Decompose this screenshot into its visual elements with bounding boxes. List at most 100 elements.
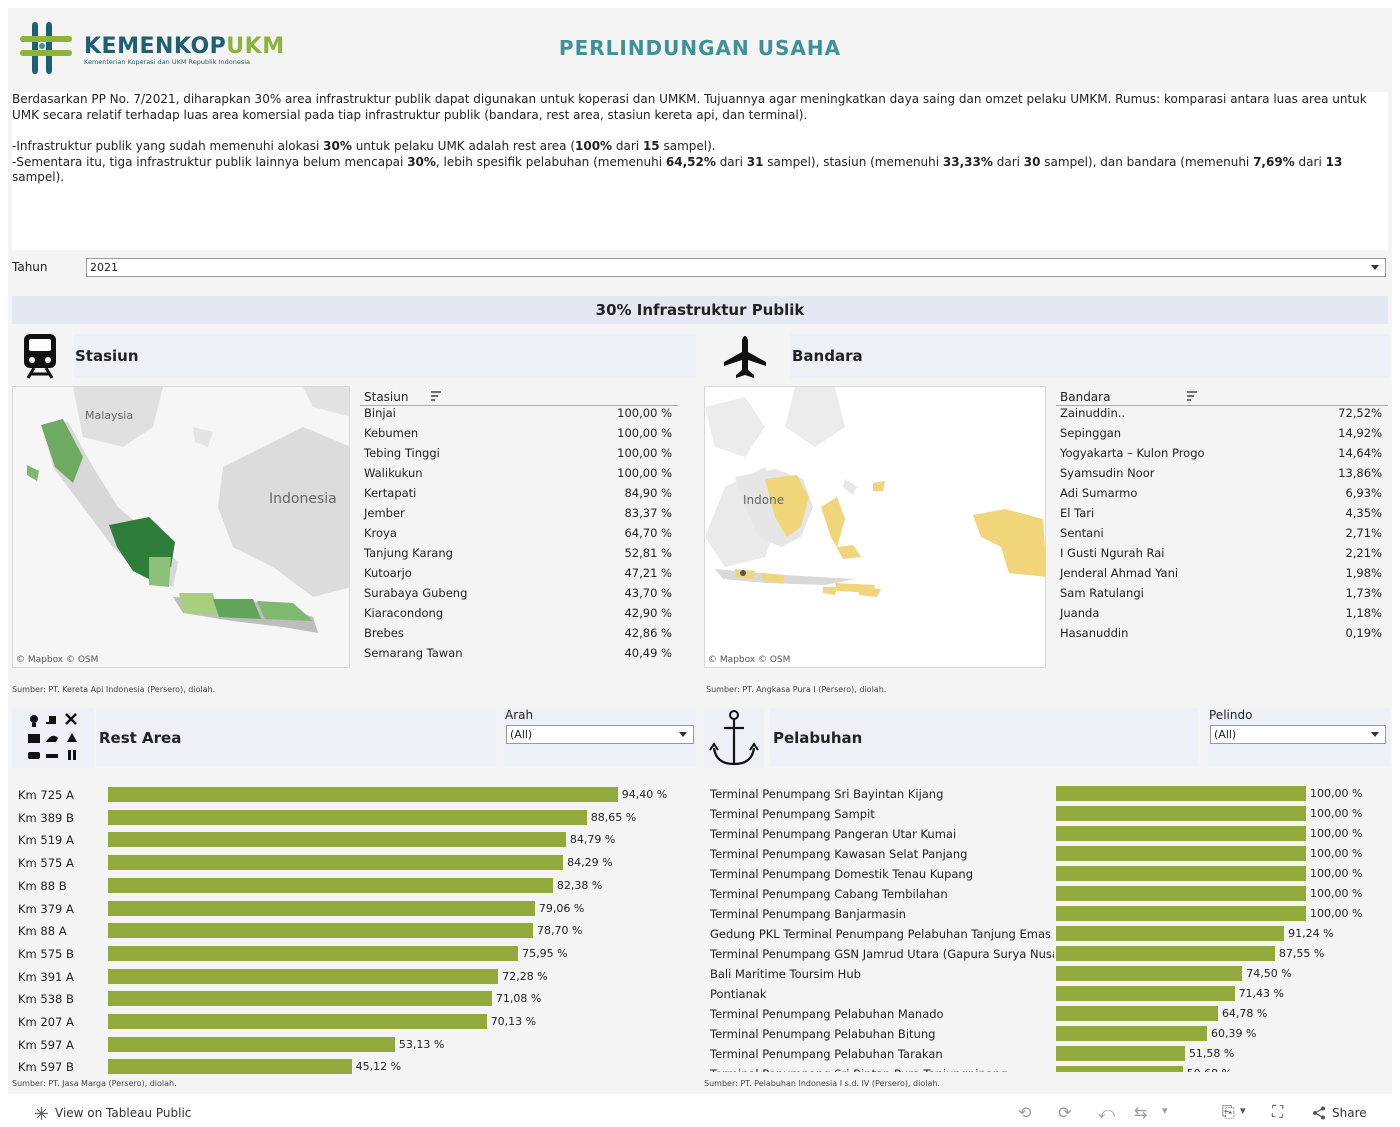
- stasiun-row[interactable]: Kiaracondong 42,90 %: [364, 606, 672, 622]
- pelabuhan-bar[interactable]: [1056, 886, 1306, 901]
- rest-area-bar[interactable]: [108, 1014, 487, 1029]
- download-icon[interactable]: ⎘: [1222, 1102, 1235, 1122]
- rest-area-bar[interactable]: [108, 787, 618, 802]
- stasiun-map-graphic: [13, 387, 349, 667]
- bandara-row[interactable]: Zainuddin.. 72,52%: [1060, 406, 1382, 422]
- stasiun-row[interactable]: Kutoarjo 47,21 %: [364, 566, 672, 582]
- refresh-icon[interactable]: ⇆: [1134, 1103, 1147, 1122]
- bandara-row-value: 2,71%: [1345, 526, 1382, 540]
- bandara-row[interactable]: Hasanuddin 0,19%: [1060, 626, 1382, 642]
- rest-area-bar[interactable]: [108, 809, 587, 825]
- stasiun-map[interactable]: Malaysia Indonesia © Mapbox © OSM: [12, 386, 350, 668]
- pelabuhan-bar[interactable]: [1056, 1026, 1207, 1041]
- stasiun-row-name: Semarang Tawan: [364, 646, 463, 660]
- pelabuhan-bar[interactable]: [1056, 926, 1285, 941]
- year-filter-dropdown[interactable]: 2021: [86, 258, 1386, 277]
- bandara-row[interactable]: Jenderal Ahmad Yani 1,98%: [1060, 566, 1382, 582]
- pelabuhan-bar[interactable]: [1056, 1046, 1185, 1061]
- rest-area-data-label: 82,38 %: [556, 878, 603, 892]
- share-icon[interactable]: [1312, 1106, 1326, 1120]
- bandara-row-name: Juanda: [1060, 606, 1100, 620]
- stasiun-row-value: 100,00 %: [617, 426, 672, 440]
- map-label-malaysia: Malaysia: [85, 409, 134, 422]
- pelabuhan-bar[interactable]: [1056, 786, 1306, 801]
- bandara-column-label: Bandara: [1060, 390, 1111, 404]
- pause-dropdown-icon[interactable]: ▾: [1162, 1104, 1168, 1117]
- bandara-row[interactable]: Yogyakarta – Kulon Progo 14,64%: [1060, 446, 1382, 462]
- bandara-row[interactable]: El Tari 4,35%: [1060, 506, 1382, 522]
- pelabuhan-category-label: Terminal Penumpang Banjarmasin: [710, 907, 906, 921]
- rest-area-bar-chart[interactable]: Km 725 A 94,40 % Km 389 B 88,65 % Km 519 A 84…: [12, 776, 696, 1075]
- rest-area-bar[interactable]: [108, 968, 499, 984]
- bandara-row[interactable]: Sepinggan 14,92%: [1060, 426, 1382, 442]
- stasiun-row-value: 100,00 %: [617, 446, 672, 460]
- rest-area-bar[interactable]: [108, 832, 566, 848]
- bandara-row-name: Adi Sumarmo: [1060, 486, 1138, 500]
- stasiun-row[interactable]: Semarang Tawan 40,49 %: [364, 646, 672, 662]
- stasiun-row[interactable]: Binjai 100,00 %: [364, 406, 672, 422]
- pelabuhan-bar[interactable]: [1056, 806, 1306, 821]
- download-dropdown-icon[interactable]: ▾: [1240, 1104, 1246, 1117]
- bandara-row[interactable]: Adi Sumarmo 6,93%: [1060, 486, 1382, 502]
- pelabuhan-category-label: Terminal Penumpang Pangeran Utar Kumai: [710, 827, 957, 841]
- pelabuhan-bar-chart[interactable]: Terminal Penumpang Sri Bayintan Kijang 10…: [704, 776, 1392, 1072]
- stasiun-row[interactable]: Brebes 42,86 %: [364, 626, 672, 642]
- rest-area-category-label: Km 519 A: [18, 833, 74, 848]
- intro-paragraph-3: -Sementara itu, tiga infrastruktur publi…: [12, 154, 1343, 185]
- stasiun-row[interactable]: Surabaya Gubeng 43,70 %: [364, 586, 672, 602]
- rest-area-bar[interactable]: [108, 923, 533, 939]
- rest-area-data-label: 84,29 %: [567, 856, 613, 870]
- stasiun-row[interactable]: Jember 83,37 %: [364, 506, 672, 522]
- arah-filter-dropdown[interactable]: (All): [506, 725, 694, 744]
- tableau-logo-icon: [35, 1107, 48, 1120]
- bandara-row[interactable]: Sam Ratulangi 1,73%: [1060, 586, 1382, 602]
- pelabuhan-bar[interactable]: [1056, 1066, 1183, 1072]
- stasiun-row[interactable]: Tebing Tinggi 100,00 %: [364, 446, 672, 462]
- share-button[interactable]: Share: [1332, 1106, 1367, 1120]
- rest-area-bar[interactable]: [108, 855, 564, 871]
- bandara-row[interactable]: Sentani 2,71%: [1060, 526, 1382, 542]
- bandara-list: Zainuddin.. 72,52% Sepinggan 14,92% Yogyakar…: [1060, 406, 1382, 656]
- view-on-tableau-link[interactable]: View on Tableau Public: [55, 1106, 191, 1120]
- fullscreen-icon[interactable]: ⛶: [1272, 1102, 1283, 1122]
- pelabuhan-bar[interactable]: [1056, 1006, 1218, 1021]
- pelabuhan-bar[interactable]: [1056, 906, 1306, 921]
- rest-area-bar[interactable]: [108, 1059, 352, 1075]
- bandara-row[interactable]: Syamsudin Noor 13,86%: [1060, 466, 1382, 482]
- revert-icon[interactable]: ⤺: [1098, 1103, 1115, 1123]
- rest-area-bar[interactable]: [108, 877, 553, 893]
- pelabuhan-bar[interactable]: [1056, 866, 1306, 881]
- stasiun-header: Stasiun: [74, 334, 696, 378]
- pelabuhan-category-label: Terminal Penumpang Pelabuhan Manado: [710, 1007, 944, 1021]
- pelabuhan-bar[interactable]: [1056, 966, 1243, 981]
- pelabuhan-category-label: Gedung PKL Terminal Penumpang Pelabuhan …: [710, 927, 1051, 941]
- rest-area-bar[interactable]: [108, 945, 519, 961]
- arah-filter-box: Arah (All): [504, 708, 696, 766]
- pelindo-filter-dropdown[interactable]: (All): [1210, 725, 1386, 744]
- rest-area-bar[interactable]: [108, 991, 492, 1007]
- pelabuhan-bar[interactable]: [1056, 826, 1306, 841]
- stasiun-row[interactable]: Tanjung Karang 52,81 %: [364, 546, 672, 562]
- undo-icon[interactable]: ⟲: [1018, 1103, 1031, 1122]
- pelabuhan-title: Pelabuhan: [773, 729, 863, 747]
- bandara-row[interactable]: I Gusti Ngurah Rai 2,21%: [1060, 546, 1382, 562]
- pelabuhan-category-label: Terminal Penumpang Cabang Tembilahan: [710, 887, 948, 901]
- redo-icon[interactable]: ⟳: [1058, 1103, 1071, 1122]
- rest-area-bar[interactable]: [108, 1036, 395, 1052]
- intro-paragraph-1: Berdasarkan PP No. 7/2021, diharapkan 30…: [12, 92, 1367, 122]
- stasiun-row[interactable]: Kroya 64,70 %: [364, 526, 672, 542]
- stasiun-row[interactable]: Kebumen 100,00 %: [364, 426, 672, 442]
- sort-icon[interactable]: [1187, 391, 1199, 401]
- pelabuhan-bar[interactable]: [1056, 986, 1235, 1001]
- pelabuhan-bar[interactable]: [1056, 846, 1306, 861]
- stasiun-row[interactable]: Walikukun 100,00 %: [364, 466, 672, 482]
- bandara-map[interactable]: Indone © Mapbox © OSM: [704, 386, 1046, 668]
- sort-icon[interactable]: [431, 391, 443, 401]
- rest-area-bar[interactable]: [108, 900, 535, 916]
- stasiun-row-value: 40,49 %: [624, 646, 672, 660]
- rest-area-category-label: Km 389 B: [18, 810, 74, 825]
- bandara-row[interactable]: Juanda 1,18%: [1060, 606, 1382, 622]
- pelabuhan-data-label: 100,00 %: [1310, 867, 1363, 880]
- pelabuhan-bar[interactable]: [1056, 946, 1275, 961]
- stasiun-row[interactable]: Kertapati 84,90 %: [364, 486, 672, 502]
